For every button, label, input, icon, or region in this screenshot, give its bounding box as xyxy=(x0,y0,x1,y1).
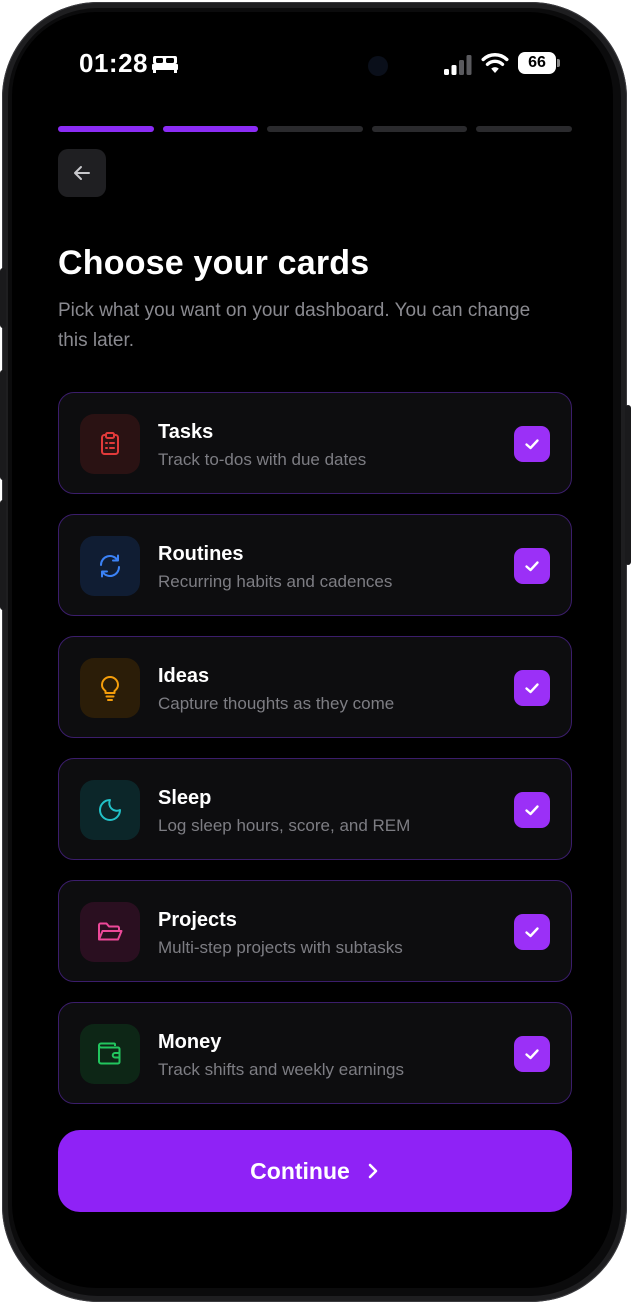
checkbox-checked[interactable] xyxy=(514,548,550,584)
card-title: Tasks xyxy=(158,421,214,443)
volume-up-button xyxy=(0,370,6,480)
refresh-icon xyxy=(80,536,140,596)
card-option-routines[interactable]: Routines Recurring habits and cadences xyxy=(58,514,572,616)
page-subtitle: Pick what you want on your dashboard. Yo… xyxy=(58,300,531,351)
page-title: Choose your cards xyxy=(58,244,370,282)
progress-step xyxy=(371,126,468,132)
wifi-icon xyxy=(481,53,509,73)
battery-icon: 66 xyxy=(518,52,560,74)
check-icon xyxy=(525,561,539,572)
progress-step xyxy=(162,126,259,132)
checkbox-checked[interactable] xyxy=(514,670,550,706)
card-option-money[interactable]: Money Track shifts and weekly earnings xyxy=(58,1002,572,1104)
check-icon xyxy=(525,1049,539,1060)
power-button xyxy=(625,405,631,565)
card-title: Sleep xyxy=(158,787,212,809)
progress-step xyxy=(267,126,363,132)
card-title: Ideas xyxy=(158,665,210,687)
card-description: Multi-step projects with subtasks xyxy=(158,938,403,957)
card-title: Routines xyxy=(158,543,244,565)
checkbox-checked[interactable] xyxy=(514,1036,550,1072)
continue-button[interactable]: Continue xyxy=(58,1130,572,1212)
card-description: Recurring habits and cadences xyxy=(158,572,393,591)
back-button[interactable] xyxy=(58,149,106,197)
card-option-projects[interactable]: Projects Multi-step projects with subtas… xyxy=(58,880,572,982)
checkbox-checked[interactable] xyxy=(514,792,550,828)
arrow-left-icon xyxy=(74,166,90,180)
card-title: Money xyxy=(158,1031,222,1053)
volume-down-button xyxy=(0,500,6,610)
card-title: Projects xyxy=(158,909,237,931)
camera-indicator xyxy=(368,56,388,76)
bed-icon xyxy=(152,56,178,73)
battery-level: 66 xyxy=(518,52,556,74)
signal-icon xyxy=(444,55,472,75)
card-description: Track shifts and weekly earnings xyxy=(158,1060,404,1079)
card-option-tasks[interactable]: Tasks Track to-dos with due dates xyxy=(58,392,572,494)
card-list: Tasks Track to-dos with due dates Routin… xyxy=(58,392,572,1124)
lightbulb-icon xyxy=(80,658,140,718)
screen: 01:28 66 Choose your cards Pick what you… xyxy=(12,12,613,1288)
folder-icon xyxy=(80,902,140,962)
check-icon xyxy=(525,683,539,694)
check-icon xyxy=(525,439,539,450)
card-option-sleep[interactable]: Sleep Log sleep hours, score, and REM xyxy=(58,758,572,860)
moon-icon xyxy=(80,780,140,840)
status-time: 01:28 xyxy=(79,48,148,78)
checkbox-checked[interactable] xyxy=(514,426,550,462)
status-bar: 01:28 66 xyxy=(12,12,613,112)
progress-step xyxy=(476,126,572,132)
card-description: Log sleep hours, score, and REM xyxy=(158,816,411,835)
clipboard-icon xyxy=(80,414,140,474)
progress-step xyxy=(58,126,154,132)
continue-label: Continue xyxy=(250,1157,350,1184)
action-button xyxy=(0,268,6,328)
onboarding-progress xyxy=(58,126,572,132)
check-icon xyxy=(525,927,539,938)
checkbox-checked[interactable] xyxy=(514,914,550,950)
card-description: Track to-dos with due dates xyxy=(158,450,367,469)
chevron-right-icon xyxy=(368,1163,378,1179)
card-description: Capture thoughts as they come xyxy=(158,694,395,713)
card-option-ideas[interactable]: Ideas Capture thoughts as they come xyxy=(58,636,572,738)
wallet-icon xyxy=(80,1024,140,1084)
check-icon xyxy=(525,805,539,816)
